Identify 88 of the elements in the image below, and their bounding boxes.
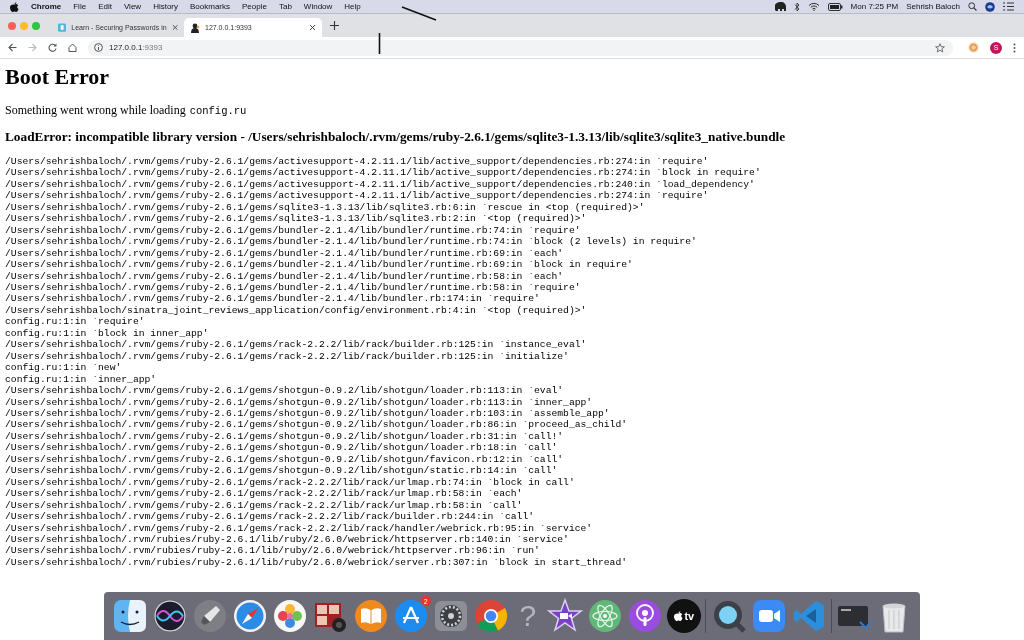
stack-trace-line: /Users/sehrishbaloch/.rvm/gems/ruby-2.6.1/gems/rack-2.2.2/lib/rack/builder.rb:125:in `instance_eval' xyxy=(5,339,588,351)
stack-trace-line: /Users/sehrishbaloch/.rvm/rubies/ruby-2.6.1/lib/ruby/2.6.0/webrick/httpserver.rb:140:in `service' xyxy=(5,533,570,546)
chrome-icon[interactable] xyxy=(472,598,509,634)
stack-trace-line: config.ru:1:in `require' xyxy=(5,316,146,328)
stack-trace-line: /Users/sehrishbaloch/.rvm/gems/ruby-2.6.1/gems/rack-2.2.2/lib/rack/builder.rb:244:in `call' xyxy=(5,511,536,523)
menu-item[interactable]: Tab xyxy=(278,2,292,11)
pen-stroke xyxy=(378,33,381,54)
app-menu[interactable]: Chrome xyxy=(31,2,62,11)
address-bar[interactable]: 127.0.0.1:9393 xyxy=(88,39,953,56)
more-icon[interactable] xyxy=(1013,42,1016,53)
clock[interactable]: Mon 7:25 PM xyxy=(850,2,899,11)
stack-trace-line: /Users/sehrishbaloch/.rvm/gems/ruby-2.6.1/gems/shotgun-0.9.2/lib/shotgun/loader.rb:113:in `eval' xyxy=(5,385,565,397)
stack-trace-line: /Users/sehrishbaloch/.rvm/gems/ruby-2.6.1/gems/rack-2.2.2/lib/rack/urlmap.rb:58:in `call' xyxy=(5,499,524,512)
stack-trace-line: /Users/sehrishbaloch/.rvm/rubies/ruby-2.6.1/lib/ruby/2.6.0/webrick/httpserver.rb:96:in `run' xyxy=(5,545,541,557)
menu-icon[interactable] xyxy=(1003,2,1014,11)
app-label: tv xyxy=(684,610,695,622)
home-icon[interactable] xyxy=(68,43,77,52)
wifi-icon[interactable] xyxy=(807,2,820,11)
stack-trace-line: /Users/sehrishbaloch/.rvm/gems/ruby-2.6.1/gems/shotgun-0.9.2/lib/shotgun/loader.rb:103:in `assemble_app' xyxy=(5,407,611,420)
star-icon[interactable] xyxy=(935,42,945,53)
error-message: Something went wrong while loading xyxy=(5,103,186,117)
star-icon[interactable] xyxy=(547,598,584,634)
gear-icon[interactable] xyxy=(432,598,469,634)
stack-trace-line: /Users/sehrishbaloch/.rvm/gems/ruby-2.6.1/gems/shotgun-0.9.2/lib/shotgun/loader.rb:113:in `inner_app' xyxy=(5,396,594,408)
search-icon[interactable] xyxy=(968,2,977,11)
stack-trace-line: config.ru:1:in `block in inner_app' xyxy=(5,327,210,340)
battery-icon[interactable] xyxy=(827,2,843,11)
stack-trace-line: /Users/sehrishbaloch/.rvm/gems/ruby-2.6.1/gems/bundler-2.1.4/lib/bundler/runtime.rb:74:in `require' xyxy=(5,224,582,237)
url-text: 127.0.0.1:9393 xyxy=(109,43,163,52)
stack-trace-line: /Users/sehrishbaloch/.rvm/rubies/ruby-2.6.1/lib/ruby/2.6.0/webrick/server.rb:307:in `block in start_thread' xyxy=(5,556,629,569)
menu-item[interactable]: Window xyxy=(303,2,333,11)
stack-trace-line: /Users/sehrishbaloch/.rvm/gems/ruby-2.6.1/gems/shotgun-0.9.2/lib/shotgun/loader.rb:86:in `proceed_as_child' xyxy=(5,419,629,431)
stack-trace-line: /Users/sehrishbaloch/.rvm/gems/ruby-2.6.1/gems/sqlite3-1.3.13/lib/sqlite3.rb:2:in `<top (required)>' xyxy=(5,213,588,225)
bluetooth-icon[interactable] xyxy=(793,1,800,12)
back-icon[interactable] xyxy=(8,43,17,52)
menu-item[interactable]: Help xyxy=(344,2,361,11)
compass-icon[interactable] xyxy=(232,598,269,634)
user-name[interactable]: Sehrish Baloch xyxy=(906,2,960,11)
stack-trace-line: /Users/sehrishbaloch/.rvm/gems/ruby-2.6.1/gems/shotgun-0.9.2/lib/shotgun/favicon.rb:12:in `call' xyxy=(5,453,565,466)
info-icon xyxy=(94,43,103,52)
stack-trace-line: /Users/sehrishbaloch/.rvm/gems/ruby-2.6.1/gems/shotgun-0.9.2/lib/shotgun/static.rb:14:in `call' xyxy=(5,465,559,477)
stack-trace-line: /Users/sehrishbaloch/.rvm/gems/ruby-2.6.1/gems/rack-2.2.2/lib/rack/urlmap.rb:58:in `each' xyxy=(5,488,524,500)
menu-item[interactable]: History xyxy=(153,2,178,11)
stack-trace-line: /Users/sehrishbaloch/.rvm/gems/ruby-2.6.1/gems/bundler-2.1.4/lib/bundler/runtime.rb:74:in `block (2 levels) in require' xyxy=(5,236,698,248)
stack-trace-line: /Users/sehrishbaloch/.rvm/gems/ruby-2.6.1/gems/bundler-2.1.4/lib/bundler/runtime.rb:58:in `each' xyxy=(5,270,565,282)
menu-item[interactable]: File xyxy=(73,2,87,11)
atom-icon[interactable] xyxy=(587,598,624,634)
stack-trace-line: config.ru:1:in `inner_app' xyxy=(5,373,158,386)
stack-trace-line: /Users/sehrishbaloch/.rvm/gems/ruby-2.6.1/gems/activesupport-4.2.11.1/lib/active_support/dependencies.rb:240:in `load_dependency' xyxy=(5,178,756,191)
menu-item[interactable]: People xyxy=(242,2,267,11)
stack-trace-line: /Users/sehrishbaloch/.rvm/gems/ruby-2.6.1/gems/shotgun-0.9.2/lib/shotgun/loader.rb:31:in `call!' xyxy=(5,430,565,443)
podcast-icon[interactable] xyxy=(627,598,664,634)
stack-trace-line: /Users/sehrishbaloch/.rvm/gems/ruby-2.6.1/gems/rack-2.2.2/lib/rack/urlmap.rb:74:in `block in call' xyxy=(5,476,576,489)
smiling-face-icon[interactable] xyxy=(112,598,148,634)
stack-trace-line: /Users/sehrishbaloch/.rvm/gems/ruby-2.6.1/gems/bundler-2.1.4/lib/bundler/runtime.rb:69:in `block in require' xyxy=(5,259,634,271)
error-title: LoadError: incompatible library version - /Users/sehrishbaloch/.rvm/gems/ruby-2.6.1/gems/sqlite3-1.3.13/lib/sqlite3/sqlite3_native.bundle xyxy=(5,129,787,145)
menu-item[interactable]: Edit xyxy=(98,2,112,11)
apple-icon xyxy=(674,611,684,621)
flower-icon[interactable] xyxy=(272,598,309,634)
stack-trace-line: /Users/sehrishbaloch/.rvm/gems/ruby-2.6.1/gems/rack-2.2.2/lib/rack/builder.rb:125:in `initialize' xyxy=(5,350,570,363)
file-name: config.ru xyxy=(189,105,247,117)
app-store-icon[interactable] xyxy=(392,598,429,634)
new-tab-icon[interactable] xyxy=(330,21,339,30)
stack-trace-line: /Users/sehrishbaloch/.rvm/gems/ruby-2.6.1/gems/sqlite3-1.3.13/lib/sqlite3.rb:6:in `rescue in <top (required)>' xyxy=(5,201,646,214)
menu-item[interactable]: View xyxy=(123,2,142,11)
menu-item[interactable]: Bookmarks xyxy=(190,2,231,11)
stack-trace-line: /Users/sehrishbaloch/.rvm/gems/ruby-2.6.1/gems/bundler-2.1.4/lib/bundler.rb:174:in `require' xyxy=(5,293,541,305)
video-camera-icon[interactable] xyxy=(750,598,787,634)
pen-stroke xyxy=(401,6,437,21)
favicon-icon xyxy=(190,22,200,33)
stack-trace-line: /Users/sehrishbaloch/.rvm/gems/ruby-2.6.1/gems/bundler-2.1.4/lib/bundler/runtime.rb:69:in `each' xyxy=(5,247,565,260)
page-heading: Boot Error xyxy=(5,65,111,89)
favicon-icon xyxy=(58,23,67,32)
close-icon[interactable] xyxy=(309,24,316,31)
apple-icon[interactable] xyxy=(10,1,19,12)
stack-trace-line: /Users/sehrishbaloch/.rvm/gems/ruby-2.6.1/gems/shotgun-0.9.2/lib/shotgun/loader.rb:18:in `call' xyxy=(5,442,559,454)
stack-trace-line: /Users/sehrishbaloch/.rvm/gems/ruby-2.6.1/gems/bundler-2.1.4/lib/bundler/runtime.rb:58:in `require' xyxy=(5,282,582,294)
wave-circle-icon[interactable] xyxy=(152,598,189,634)
reload-icon[interactable] xyxy=(48,43,57,52)
stack-trace-line: config.ru:1:in `new' xyxy=(5,362,123,374)
stack-trace-line: /Users/sehrishbaloch/.rvm/gems/ruby-2.6.1/gems/activesupport-4.2.11.1/lib/active_support/dependencies.rb:274:in `require' xyxy=(5,190,710,202)
extension-icon[interactable] xyxy=(968,42,979,53)
stack-trace-line: /Users/sehrishbaloch/.rvm/gems/ruby-2.6.1/gems/activesupport-4.2.11.1/lib/active_support/dependencies.rb:274:in `require' xyxy=(5,156,710,168)
stack-trace-line: /Users/sehrishbaloch/sinatra_joint_reviews_application/config/environment.rb:4:in `<top (required)>' xyxy=(5,304,588,317)
stack-trace-line: /Users/sehrishbaloch/.rvm/gems/ruby-2.6.1/gems/rack-2.2.2/lib/rack/handler/webrick.rb:95:in `service' xyxy=(5,522,594,534)
stack-trace-line: /Users/sehrishbaloch/.rvm/gems/ruby-2.6.1/gems/activesupport-4.2.11.1/lib/active_support/dependencies.rb:274:in `block in require' xyxy=(5,167,762,179)
tv-app-icon[interactable]: tv xyxy=(667,599,702,633)
book-icon[interactable] xyxy=(352,598,389,634)
